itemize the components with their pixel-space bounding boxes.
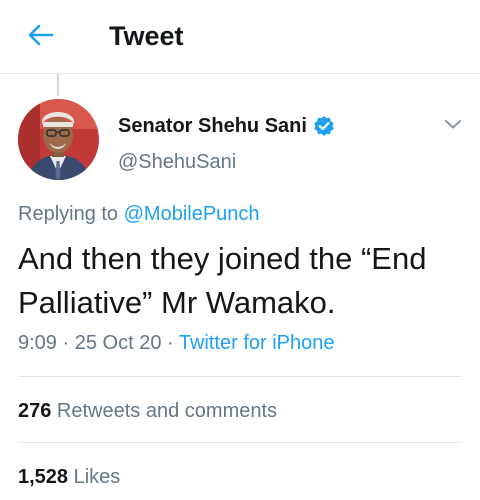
chevron-down-icon <box>444 117 462 135</box>
page-title: Tweet <box>109 21 184 51</box>
divider <box>18 442 462 443</box>
tweet-metadata: 9:09 · 25 Oct 20 · Twitter for iPhone <box>18 330 334 356</box>
likes-label: Likes <box>68 466 121 488</box>
tweet-time: 9:09 <box>18 332 57 354</box>
meta-separator: · <box>56 332 75 354</box>
tweet-date: 25 Oct 20 <box>74 332 162 354</box>
retweets-count: 276 <box>18 400 52 422</box>
author-name-row: Senator Shehu Sani <box>118 113 335 139</box>
top-bar: Tweet <box>0 0 480 74</box>
likes-stat[interactable]: 1,528 Likes <box>18 464 120 490</box>
more-options-button[interactable] <box>441 114 465 138</box>
author-handle[interactable]: @ShehuSani <box>118 149 236 175</box>
author-display-name[interactable]: Senator Shehu Sani <box>118 113 307 139</box>
back-button[interactable] <box>22 18 60 56</box>
retweets-label: Retweets and comments <box>51 400 278 422</box>
avatar[interactable] <box>18 99 99 180</box>
verified-badge-icon <box>313 115 335 137</box>
thread-connector-line <box>57 74 59 96</box>
replying-to-prefix: Replying to <box>18 203 124 225</box>
replying-to-link[interactable]: @MobilePunch <box>124 203 260 225</box>
meta-separator: · <box>161 332 179 354</box>
divider <box>18 376 462 377</box>
replying-to-line: Replying to @MobilePunch <box>18 201 260 227</box>
arrow-left-icon <box>28 24 54 51</box>
tweet-text: And then they joined the “End Palliative… <box>18 241 427 320</box>
tweet-source-link[interactable]: Twitter for iPhone <box>179 332 335 354</box>
retweets-stat[interactable]: 276 Retweets and comments <box>18 398 277 424</box>
likes-count: 1,528 <box>18 466 69 488</box>
